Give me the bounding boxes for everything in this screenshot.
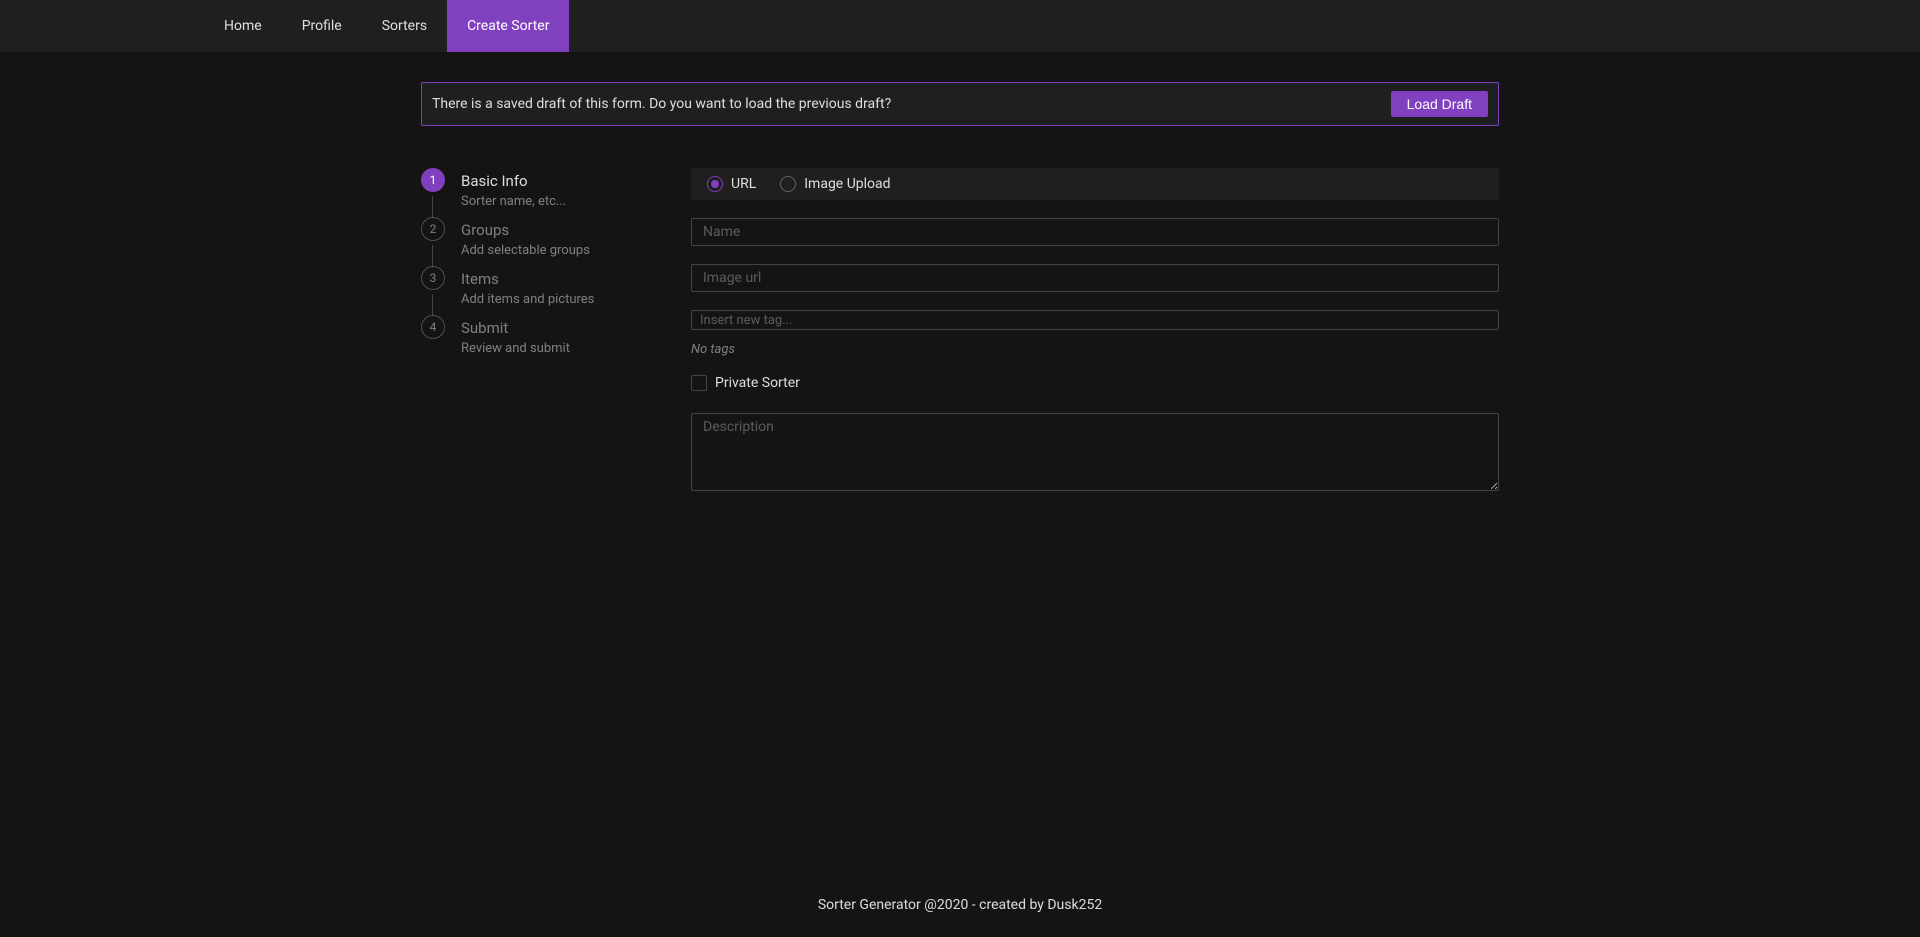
step-title: Basic Info (461, 170, 566, 192)
step-description: Sorter name, etc... (461, 194, 566, 209)
draft-alert: There is a saved draft of this form. Do … (421, 82, 1499, 126)
description-textarea[interactable] (691, 413, 1499, 491)
step-items[interactable]: 3 Items Add items and pictures (421, 266, 667, 315)
checkbox-label: Private Sorter (715, 375, 800, 391)
tag-input[interactable] (691, 310, 1499, 330)
step-description: Add selectable groups (461, 243, 590, 258)
step-groups[interactable]: 2 Groups Add selectable groups (421, 217, 667, 266)
private-sorter-checkbox[interactable]: Private Sorter (691, 375, 1499, 391)
step-title: Submit (461, 317, 570, 339)
radio-label: URL (731, 176, 756, 192)
radio-image-upload[interactable]: Image Upload (780, 176, 890, 192)
footer: Sorter Generator @2020 - created by Dusk… (0, 873, 1920, 937)
step-number: 1 (421, 168, 445, 192)
checkbox-icon (691, 375, 707, 391)
tag-section: No tags (691, 310, 1499, 357)
image-url-input[interactable] (691, 264, 1499, 292)
draft-alert-message: There is a saved draft of this form. Do … (432, 96, 891, 112)
steps-sidebar: 1 Basic Info Sorter name, etc... 2 Group… (421, 168, 667, 495)
nav-sorters[interactable]: Sorters (362, 0, 447, 52)
step-number: 3 (421, 266, 445, 290)
nav-profile[interactable]: Profile (282, 0, 362, 52)
form-panel: URL Image Upload No tags Private Sorter (691, 168, 1499, 495)
main-container: 1 Basic Info Sorter name, etc... 2 Group… (421, 168, 1499, 495)
nav-create-sorter[interactable]: Create Sorter (447, 0, 569, 52)
radio-icon (707, 176, 723, 192)
step-title: Groups (461, 219, 590, 241)
step-number: 4 (421, 315, 445, 339)
step-description: Review and submit (461, 341, 570, 356)
step-submit[interactable]: 4 Submit Review and submit (421, 315, 667, 364)
load-draft-button[interactable]: Load Draft (1391, 91, 1488, 117)
footer-text: Sorter Generator @2020 - created by Dusk… (818, 897, 1102, 913)
content: There is a saved draft of this form. Do … (0, 52, 1920, 873)
step-number: 2 (421, 217, 445, 241)
no-tags-text: No tags (691, 342, 1499, 357)
radio-icon (780, 176, 796, 192)
step-title: Items (461, 268, 594, 290)
nav-home[interactable]: Home (204, 0, 282, 52)
name-input[interactable] (691, 218, 1499, 246)
image-source-radio-group: URL Image Upload (691, 168, 1499, 200)
step-basic-info[interactable]: 1 Basic Info Sorter name, etc... (421, 168, 667, 217)
radio-label: Image Upload (804, 176, 890, 192)
radio-url[interactable]: URL (707, 176, 756, 192)
header-nav: Home Profile Sorters Create Sorter (0, 0, 1920, 52)
step-description: Add items and pictures (461, 292, 594, 307)
